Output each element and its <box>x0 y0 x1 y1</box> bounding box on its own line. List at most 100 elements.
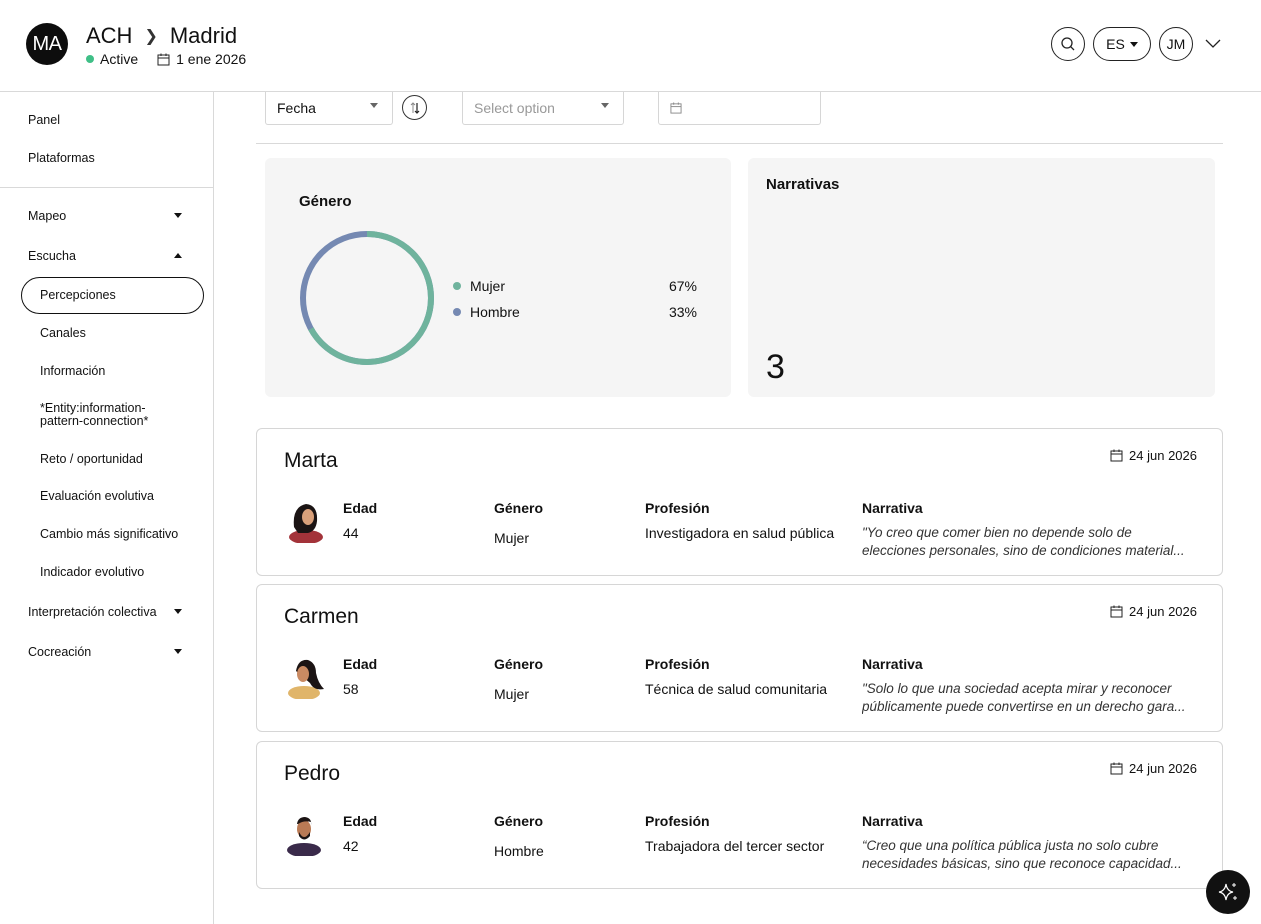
col-header-profession: Profesión <box>645 500 710 516</box>
person-card-carmen[interactable]: Carmen 24 jun 2026 Edad 58 Género Mujer … <box>256 584 1223 732</box>
person-avatar-man-icon <box>287 817 321 856</box>
person-name: Carmen <box>284 605 359 628</box>
person-date: 24 jun 2026 <box>1110 448 1197 463</box>
person-profession: Investigadora en salud pública <box>645 525 835 541</box>
option-select-placeholder: Select option <box>474 100 555 116</box>
legend-item-mujer: Mujer 67% <box>453 278 697 294</box>
date-filter-input[interactable] <box>658 92 821 125</box>
person-card-pedro[interactable]: Pedro 24 jun 2026 Edad 42 Género Hombre … <box>256 741 1223 889</box>
gender-card: Género Mujer 67% Hombre 33% <box>265 158 731 397</box>
narrative-line: elecciones personales, sino de condicion… <box>862 543 1185 558</box>
sort-field-value: Fecha <box>277 100 316 116</box>
sidebar-divider <box>0 187 213 188</box>
person-profession: Trabajadora del tercer sector <box>645 838 825 854</box>
col-header-profession: Profesión <box>645 656 710 672</box>
person-narrative: "Yo creo que comer bien no depende solo … <box>862 524 1202 560</box>
col-header-age: Edad <box>343 500 378 516</box>
sidebar-item-panel[interactable]: Panel <box>28 113 60 127</box>
person-card-marta[interactable]: Marta 24 jun 2026 Edad 44 Género Mujer P… <box>256 428 1223 576</box>
person-gender: Hombre <box>494 843 544 859</box>
option-select[interactable]: Select option <box>462 92 624 125</box>
col-header-age: Edad <box>343 813 378 829</box>
calendar-icon <box>670 102 682 114</box>
legend-label: Mujer <box>470 278 506 294</box>
col-header-narrative: Narrativa <box>862 656 923 672</box>
narrative-line: "Yo creo que comer bien no depende solo … <box>862 525 1132 540</box>
person-date: 24 jun 2026 <box>1110 761 1197 776</box>
caret-down-icon[interactable] <box>174 213 182 218</box>
person-avatar-woman-icon <box>288 659 324 699</box>
person-date: 24 jun 2026 <box>1110 604 1197 619</box>
header-meta: Active 1 ene 2026 <box>86 51 246 67</box>
sort-field-select[interactable]: Fecha <box>265 92 393 125</box>
person-date-text: 24 jun 2026 <box>1129 604 1197 619</box>
caret-down-icon[interactable] <box>174 649 182 654</box>
calendar-icon <box>1110 605 1123 618</box>
person-profession: Técnica de salud comunitaria <box>645 681 828 697</box>
narratives-count: 3 <box>766 348 785 386</box>
app-header: MA ACH ❯ Madrid Active 1 ene 2026 ES JM <box>0 0 1261 92</box>
sidebar-item-canales[interactable]: Canales <box>40 326 86 340</box>
col-header-narrative: Narrativa <box>862 500 923 516</box>
org-avatar[interactable]: MA <box>26 23 68 65</box>
sidebar-item-interpretacion[interactable]: Interpretación colectiva <box>28 605 157 619</box>
narrative-line: públicamente puede convertirse en un der… <box>862 699 1186 714</box>
calendar-icon <box>1110 762 1123 775</box>
header-date: 1 ene 2026 <box>157 51 246 67</box>
sidebar-item-cambio[interactable]: Cambio más significativo <box>40 527 178 541</box>
sidebar-item-evaluacion[interactable]: Evaluación evolutiva <box>40 489 154 503</box>
sort-direction-button[interactable] <box>402 95 427 120</box>
narrative-line: necesidades básicas, sino que reconoce c… <box>862 856 1182 871</box>
user-initials: JM <box>1166 36 1186 52</box>
narrative-line: "Solo lo que una sociedad acepta mirar y… <box>862 681 1172 696</box>
sidebar-item-informacion[interactable]: Información <box>40 364 105 378</box>
person-name: Marta <box>284 449 338 472</box>
chevron-down-icon[interactable] <box>1205 39 1221 49</box>
person-name: Pedro <box>284 762 341 785</box>
sidebar-item-entity-connection[interactable]: *Entity:information-pattern-connection* <box>40 402 180 428</box>
header-actions: ES JM <box>1051 27 1221 61</box>
ai-assistant-button[interactable] <box>1206 870 1250 914</box>
sidebar-item-plataformas[interactable]: Plataformas <box>28 151 95 165</box>
language-selector[interactable]: ES <box>1093 27 1151 61</box>
person-narrative: “Creo que una política pública justa no … <box>862 837 1202 873</box>
sidebar-item-cocreacion[interactable]: Cocreación <box>28 645 91 659</box>
col-header-age: Edad <box>343 656 378 672</box>
breadcrumb-org[interactable]: ACH <box>86 23 132 49</box>
sparkle-icon <box>1218 883 1237 901</box>
sidebar-item-percepciones[interactable]: Percepciones <box>40 288 116 302</box>
user-avatar-button[interactable]: JM <box>1159 27 1193 61</box>
sidebar-item-reto[interactable]: Reto / oportunidad <box>40 452 143 466</box>
person-gender: Mujer <box>494 686 530 702</box>
person-date-text: 24 jun 2026 <box>1129 761 1197 776</box>
legend-pct: 67% <box>668 278 697 294</box>
narrative-line: “Creo que una política pública justa no … <box>862 838 1159 853</box>
calendar-icon <box>157 53 170 65</box>
person-narrative: "Solo lo que una sociedad acepta mirar y… <box>862 680 1202 716</box>
breadcrumb-location[interactable]: Madrid <box>170 23 237 49</box>
col-header-profession: Profesión <box>645 813 710 829</box>
sidebar-item-escucha[interactable]: Escucha <box>28 249 76 263</box>
legend-pct: 33% <box>668 304 697 320</box>
legend-dot-icon <box>453 308 461 316</box>
chevron-right-icon: ❯ <box>144 28 158 45</box>
col-header-gender: Género <box>494 813 544 829</box>
sidebar-item-mapeo[interactable]: Mapeo <box>28 209 66 223</box>
header-date-text: 1 ene 2026 <box>176 51 247 67</box>
narratives-card-title: Narrativas <box>766 176 840 193</box>
person-avatar-woman-icon <box>289 504 323 543</box>
search-icon <box>1061 37 1075 51</box>
sidebar-item-indicador[interactable]: Indicador evolutivo <box>40 565 144 579</box>
search-button[interactable] <box>1051 27 1085 61</box>
caret-up-icon[interactable] <box>174 253 182 258</box>
person-gender: Mujer <box>494 530 530 546</box>
caret-down-icon[interactable] <box>174 609 182 614</box>
caret-down-icon <box>370 103 378 108</box>
sidebar: Panel Plataformas Mapeo Escucha Percepci… <box>0 92 214 924</box>
calendar-icon <box>1110 449 1123 462</box>
person-date-text: 24 jun 2026 <box>1129 448 1197 463</box>
language-label: ES <box>1106 36 1125 52</box>
filters-divider <box>256 143 1223 144</box>
col-header-narrative: Narrativa <box>862 813 923 829</box>
caret-down-icon <box>601 103 609 108</box>
